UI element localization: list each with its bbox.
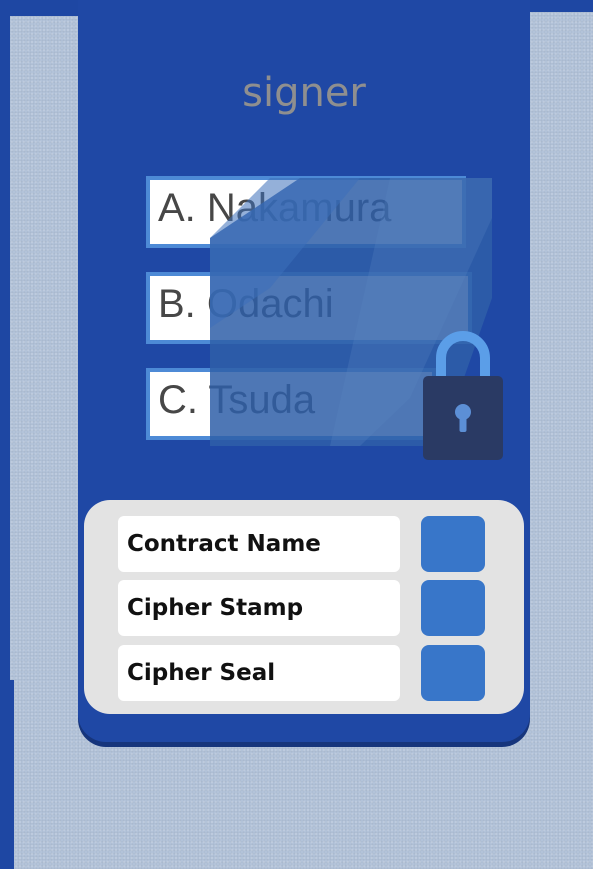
- contract-name-button[interactable]: [421, 516, 485, 572]
- field-label-cipher-stamp: Cipher Stamp: [118, 580, 400, 636]
- signer-option-c[interactable]: C. Tsuda: [146, 368, 436, 440]
- cipher-stamp-button[interactable]: [421, 580, 485, 636]
- background-accent: [0, 680, 14, 869]
- signer-option-a[interactable]: A. Nakamura: [146, 176, 466, 248]
- signer-option-label: B. Odachi: [158, 282, 334, 326]
- signer-option-label: A. Nakamura: [158, 186, 392, 230]
- field-label-cipher-seal: Cipher Seal: [118, 645, 400, 701]
- lock-icon: [423, 331, 503, 460]
- signer-option-label: C. Tsuda: [158, 378, 316, 422]
- cipher-seal-button[interactable]: [421, 645, 485, 701]
- signer-card: signer A. Nakamura B. Odachi C. Tsuda Co…: [78, 0, 530, 742]
- field-label-contract-name: Contract Name: [118, 516, 400, 572]
- fields-panel: Contract Name Cipher Stamp Cipher Seal: [84, 500, 524, 714]
- background-panel-left: [10, 16, 78, 706]
- signer-title: signer: [242, 70, 366, 116]
